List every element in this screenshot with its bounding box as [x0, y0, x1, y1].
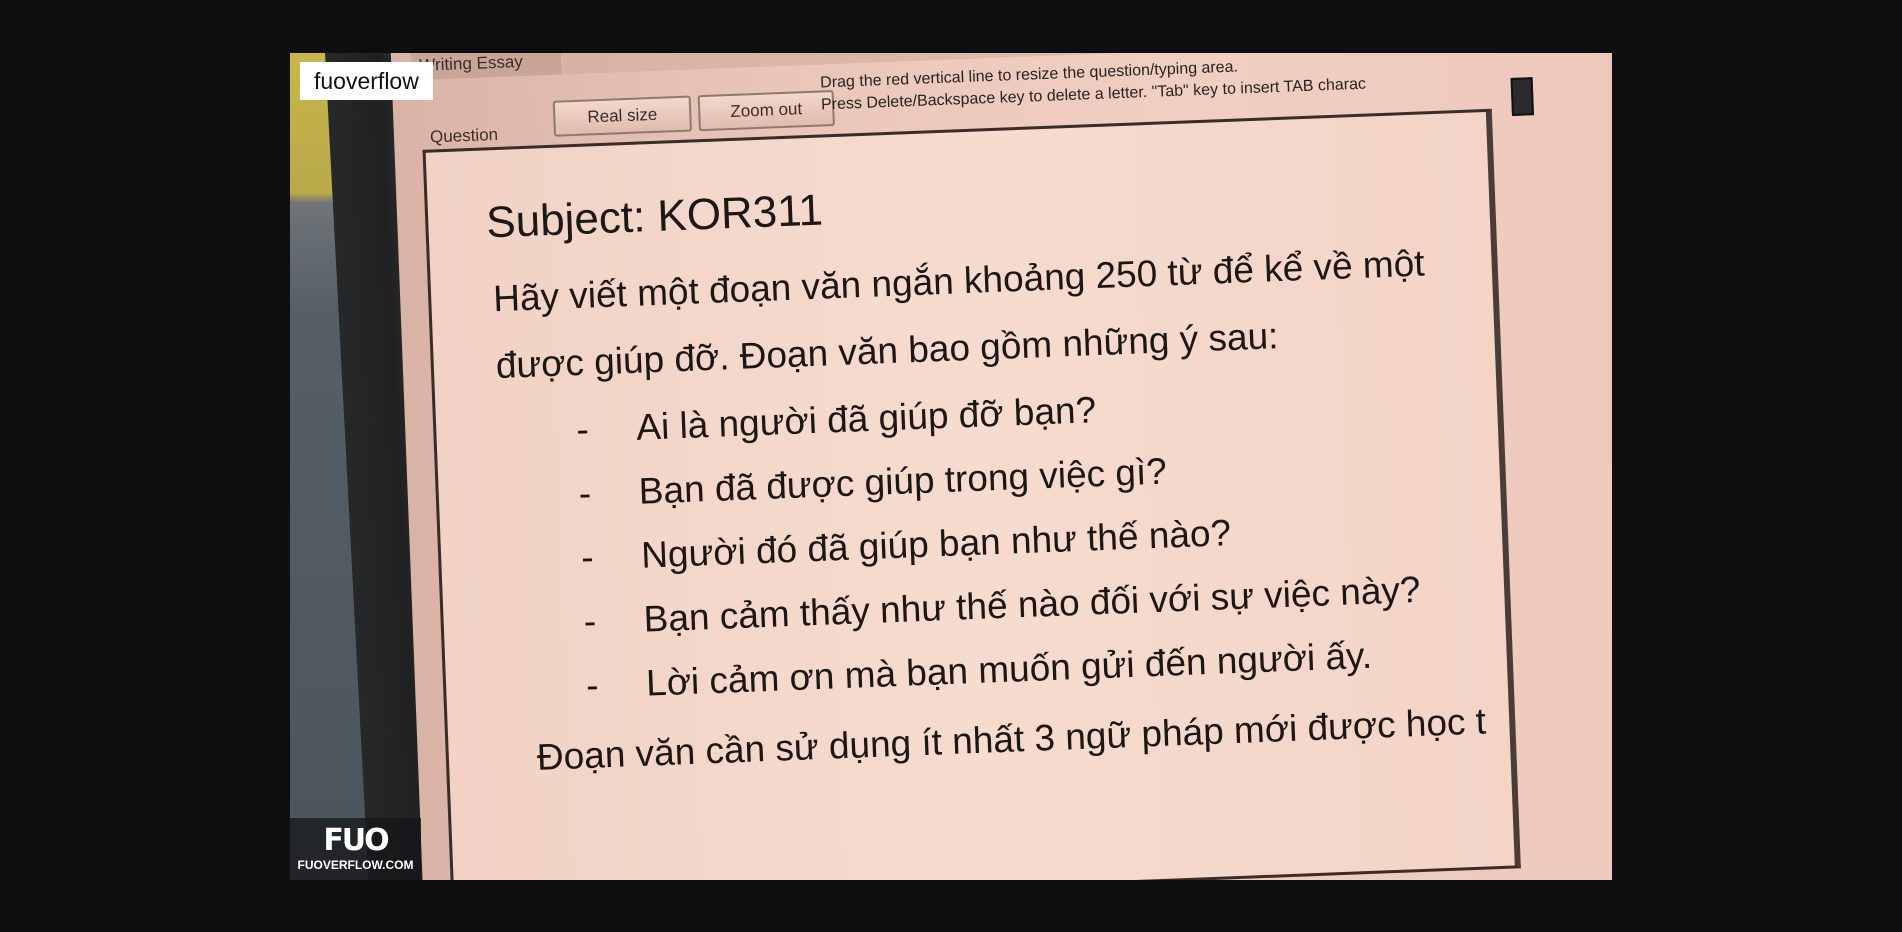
bullet-text: Bạn cảm thấy như thế nào đối với sự việc…: [642, 568, 1422, 640]
bullet-marker: -: [580, 536, 595, 579]
fuoverflow-logo: FUO FUOVERFLOW.COM: [290, 818, 421, 880]
bullet-marker: -: [575, 408, 590, 451]
fuo-logo-mark: FUO: [323, 823, 389, 858]
zoom-out-button[interactable]: Zoom out: [697, 90, 835, 132]
question-content-area[interactable]: Subject: KOR311 Hãy viết một đoạn văn ng…: [422, 108, 1521, 880]
list-item: - Bạn cảm thấy như thế nào đối với sự việ…: [583, 569, 1421, 643]
bullet-text: Người đó đã giúp bạn như thế nào?: [640, 512, 1232, 576]
list-item: - Người đó đã giúp bạn như thế nào?: [580, 512, 1231, 579]
bullet-marker: -: [585, 664, 600, 706]
list-item: - Lời cảm ơn mà bạn muốn gửi đến người ấy…: [585, 635, 1372, 707]
bullet-text: Bạn đã được giúp trong việc gì?: [637, 450, 1168, 512]
exam-screen: Writing Essay Question Real size Zoom ou…: [390, 53, 1612, 880]
bullet-marker: -: [578, 472, 592, 515]
question-paragraph-line-1: Hãy viết một đoạn văn ngắn khoảng 250 từ…: [492, 242, 1426, 320]
bullet-marker: -: [582, 600, 597, 642]
window-title-tab[interactable]: Writing Essay: [410, 53, 562, 81]
exam-photo: Writing Essay Question Real size Zoom ou…: [290, 53, 1612, 880]
fuo-logo-site: FUOVERFLOW.COM: [297, 858, 414, 872]
question-closing-line: Đoạn văn cần sử dụng ít nhất 3 ngữ pháp …: [536, 700, 1487, 778]
bullet-text: Lời cảm ơn mà bạn muốn gửi đến người ấy.: [645, 634, 1373, 704]
list-item: - Bạn đã được giúp trong việc gì?: [578, 451, 1167, 516]
subject-heading: Subject: KOR311: [485, 185, 824, 248]
bullet-text: Ai là người đã giúp đỡ bạn?: [635, 389, 1097, 448]
exam-window: Writing Essay Question Real size Zoom ou…: [390, 53, 1612, 880]
real-size-button[interactable]: Real size: [552, 95, 693, 137]
question-paragraph-line-2: được giúp đỡ. Đoạn văn bao gồm những ý s…: [495, 315, 1280, 387]
list-item: - Ai là người đã giúp đỡ bạn?: [576, 389, 1097, 451]
question-label: Question: [429, 124, 499, 147]
resize-divider-handle[interactable]: [1510, 77, 1534, 116]
watermark-label: fuoverflow: [300, 62, 433, 100]
